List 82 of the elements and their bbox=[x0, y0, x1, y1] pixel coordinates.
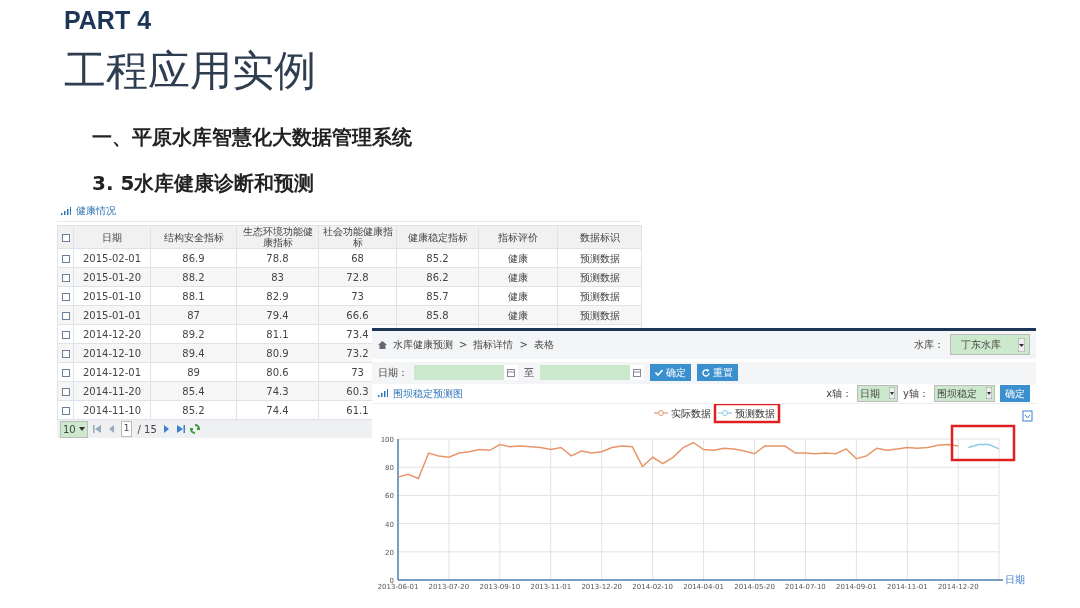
table-cell: 2014-12-01 bbox=[73, 362, 151, 382]
home-icon bbox=[378, 340, 387, 349]
first-page-icon[interactable] bbox=[92, 425, 102, 433]
page-count: / 15 bbox=[137, 422, 157, 437]
table-cell: 85.2 bbox=[396, 248, 479, 268]
field-label: y轴： bbox=[903, 386, 929, 401]
chart-bars-icon bbox=[61, 206, 71, 215]
table-cell: 预测数据 bbox=[557, 248, 642, 268]
checkbox[interactable] bbox=[61, 349, 70, 358]
checkbox[interactable] bbox=[61, 311, 70, 320]
field-label: x轴： bbox=[826, 386, 853, 401]
table-cell: 健康 bbox=[478, 286, 558, 306]
checkbox[interactable] bbox=[61, 406, 70, 415]
section-label: PART 4 bbox=[64, 6, 152, 35]
table-cell: 81.1 bbox=[236, 324, 319, 344]
table-cell: 68 bbox=[318, 248, 397, 268]
last-page-icon[interactable] bbox=[175, 425, 185, 433]
checkbox[interactable] bbox=[61, 292, 70, 301]
checkbox[interactable] bbox=[61, 387, 70, 396]
table-cell: 78.8 bbox=[236, 248, 319, 268]
panel-title: 健康情况 bbox=[76, 204, 116, 218]
calendar-icon bbox=[507, 368, 515, 377]
legend-marker-icon bbox=[653, 409, 669, 416]
column-header: 指标评价 bbox=[478, 225, 558, 249]
save-icon[interactable] bbox=[1022, 410, 1033, 422]
checkbox[interactable] bbox=[61, 233, 70, 242]
slide-title: 工程应用实例 bbox=[64, 46, 316, 97]
calendar-icon bbox=[633, 368, 641, 377]
heading: 一、平原水库智慧化大数据管理系统 bbox=[92, 124, 412, 151]
checkbox[interactable] bbox=[61, 254, 70, 263]
checkbox[interactable] bbox=[61, 368, 70, 377]
column-header: 生态环境功能健康指标 bbox=[236, 225, 319, 249]
breadcrumb-link[interactable]: 指标详情 bbox=[473, 337, 514, 353]
date-field[interactable] bbox=[414, 365, 518, 381]
checkbox[interactable] bbox=[61, 273, 70, 282]
table-cell: 73 bbox=[318, 286, 397, 306]
next-page-icon[interactable] bbox=[161, 425, 171, 433]
axis-title: 日期 bbox=[1005, 573, 1025, 585]
breadcrumb-separator: > bbox=[519, 338, 528, 353]
refresh-icon bbox=[702, 368, 710, 377]
table-cell: 85.2 bbox=[150, 400, 237, 420]
table-cell: 82.9 bbox=[236, 286, 319, 306]
table-cell: 2014-11-10 bbox=[73, 400, 151, 420]
field-label: 水库： bbox=[914, 338, 944, 353]
caret-icon bbox=[986, 387, 992, 400]
chart-bars-icon bbox=[378, 389, 388, 398]
table-cell: 2014-12-20 bbox=[73, 324, 151, 344]
caret-icon bbox=[1018, 337, 1025, 352]
column-header: 社会功能健康指标 bbox=[318, 225, 397, 249]
caret-icon bbox=[78, 426, 85, 432]
column-header: 健康稳定指标 bbox=[396, 225, 479, 249]
date-field[interactable] bbox=[540, 365, 644, 381]
breadcrumb-separator: > bbox=[459, 338, 468, 353]
column-header: 结构安全指标 bbox=[150, 225, 237, 249]
refresh-icon[interactable] bbox=[189, 424, 200, 434]
data-line bbox=[967, 443, 1000, 450]
table-cell: 2015-01-10 bbox=[73, 286, 151, 306]
page-size-select[interactable]: 10 bbox=[60, 420, 88, 438]
table-cell: 74.4 bbox=[236, 400, 319, 420]
table-cell: 89 bbox=[150, 362, 237, 382]
legend-marker-icon bbox=[717, 409, 733, 416]
checkbox[interactable] bbox=[61, 330, 70, 339]
field-label: 至 bbox=[524, 366, 534, 381]
x-axis-select[interactable]: 日期 bbox=[857, 384, 899, 402]
legend-label: 预测数据 bbox=[735, 407, 775, 419]
table-cell: 85.7 bbox=[396, 286, 479, 306]
subheading: 3. 5水库健康诊断和预测 bbox=[92, 170, 315, 197]
table-cell: 2015-02-01 bbox=[73, 248, 151, 268]
reservoir-select[interactable]: 丁东水库 bbox=[950, 334, 1030, 356]
table-cell: 86.9 bbox=[150, 248, 237, 268]
column-header: 日期 bbox=[73, 225, 151, 249]
table-cell: 预测数据 bbox=[557, 286, 642, 306]
table-cell: 健康 bbox=[478, 248, 558, 268]
caret-icon bbox=[889, 387, 896, 400]
table-cell: 88.1 bbox=[150, 286, 237, 306]
table-cell: 80.6 bbox=[236, 362, 319, 382]
table-cell: 89.2 bbox=[150, 324, 237, 344]
y-axis-select[interactable]: 围坝稳定 bbox=[934, 384, 995, 402]
legend-label: 实际数据 bbox=[671, 407, 711, 419]
page-input[interactable]: 1 bbox=[120, 421, 133, 437]
check-icon bbox=[655, 369, 663, 377]
column-header: 数据标识 bbox=[557, 225, 642, 249]
